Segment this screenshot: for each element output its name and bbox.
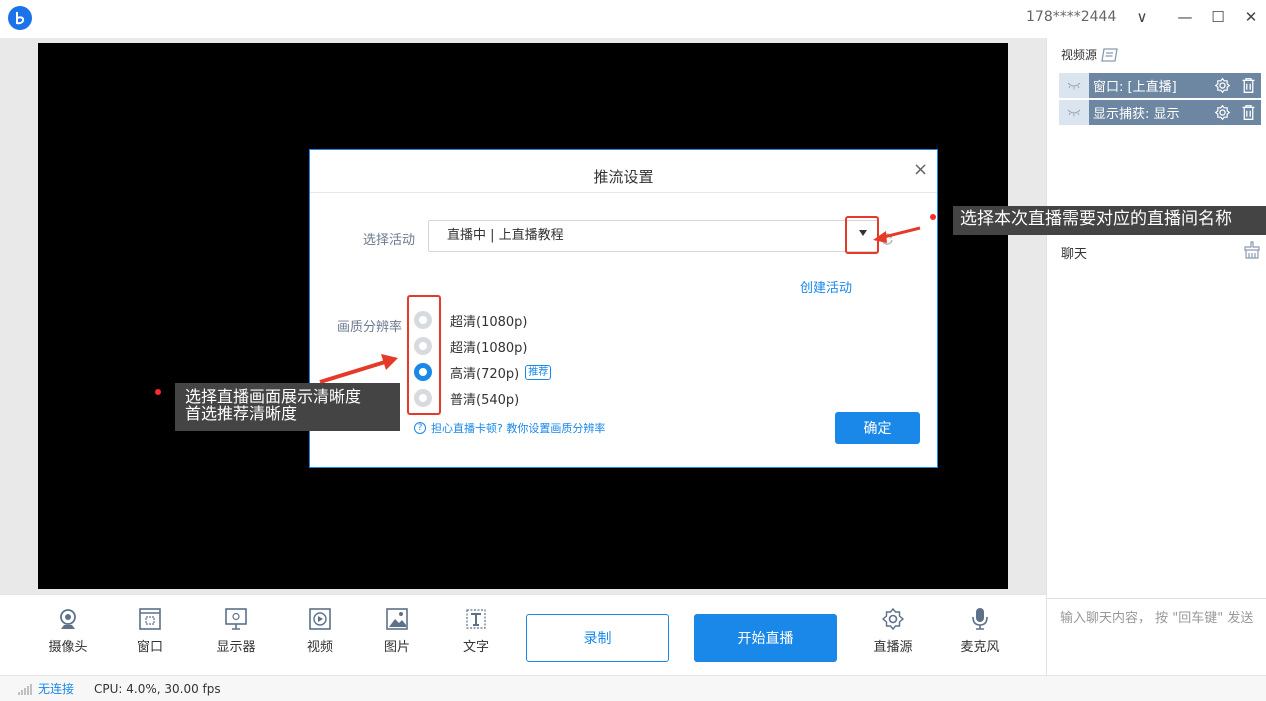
annotation-callout-quality: 选择直播画面展示清晰度 首选推荐清晰度 <box>175 383 400 431</box>
annotation-line: 选择直播画面展示清晰度 <box>185 387 362 406</box>
annotation-dot <box>155 389 161 395</box>
annotation-line: 首选推荐清晰度 <box>185 404 298 423</box>
annotation-dot <box>930 214 936 220</box>
annotation-callout-activity: 选择本次直播需要对应的直播间名称 <box>953 206 1266 235</box>
annotation-arrows <box>319 226 921 384</box>
